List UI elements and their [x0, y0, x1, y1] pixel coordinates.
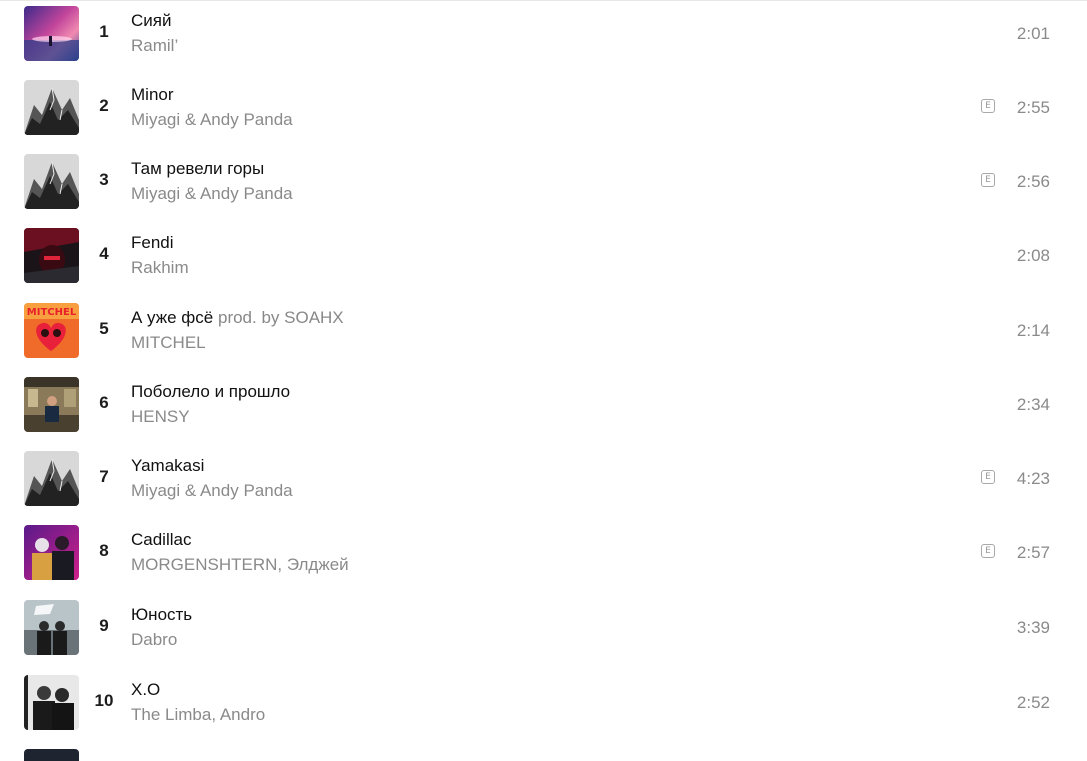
- track-duration: 4:23: [1016, 469, 1050, 488]
- album-cover-icon[interactable]: [24, 154, 79, 209]
- track-number: 6: [99, 393, 109, 412]
- track-title-text: Там ревели горы: [131, 159, 265, 178]
- track-number: 1: [99, 22, 109, 41]
- track-title-text: Yamakasi: [131, 456, 205, 475]
- track-title-text: Minor: [131, 85, 174, 104]
- track-title-text: X.O: [131, 680, 161, 699]
- track-row[interactable]: 10 X.O The Limba, Andro 2:52: [0, 669, 1087, 743]
- track-title[interactable]: Сияй: [131, 11, 171, 31]
- album-cover-icon[interactable]: [24, 749, 79, 761]
- track-title-text: Сияй: [131, 11, 172, 30]
- album-cover-icon[interactable]: [24, 451, 79, 506]
- track-number: 4: [99, 244, 109, 263]
- track-title[interactable]: Поболело и прошло: [131, 382, 290, 402]
- track-title[interactable]: Юность: [131, 605, 192, 625]
- album-cover-icon[interactable]: [24, 675, 79, 730]
- track-duration: 2:01: [1016, 24, 1050, 43]
- track-title-text: Fendi: [131, 233, 174, 252]
- track-number: 10: [94, 691, 114, 710]
- track-number: 5: [99, 319, 109, 338]
- track-artist[interactable]: MORGENSHTERN, Элджей: [131, 555, 349, 575]
- track-duration: 2:56: [1016, 172, 1050, 191]
- album-cover-icon[interactable]: [24, 377, 79, 432]
- album-cover-icon[interactable]: [24, 6, 79, 61]
- track-duration: 2:52: [1016, 693, 1050, 712]
- track-number: 2: [99, 96, 109, 115]
- track-artist[interactable]: Ramil’: [131, 36, 178, 56]
- track-duration: 2:55: [1016, 98, 1050, 117]
- track-number: 9: [99, 616, 109, 635]
- track-title[interactable]: Minor: [131, 85, 174, 105]
- album-cover-icon[interactable]: [24, 80, 79, 135]
- track-title-text: А уже фсё: [131, 308, 214, 327]
- track-row[interactable]: 3 Там ревели горы Miyagi & Andy Panda E …: [0, 148, 1087, 222]
- track-duration: 2:08: [1016, 246, 1050, 265]
- explicit-badge: E: [981, 544, 995, 558]
- track-artist[interactable]: Dabro: [131, 630, 177, 650]
- track-title[interactable]: Fendi: [131, 233, 174, 253]
- track-artist[interactable]: The Limba, Andro: [131, 705, 265, 725]
- track-title-text: Cadillac: [131, 530, 192, 549]
- album-cover-icon[interactable]: [24, 228, 79, 283]
- track-artist[interactable]: Miyagi & Andy Panda: [131, 184, 293, 204]
- track-producer: prod. by SOAHX: [217, 308, 344, 327]
- track-duration: 3:39: [1016, 618, 1050, 637]
- track-title[interactable]: Там ревели горы: [131, 159, 264, 179]
- track-row[interactable]: 7 Yamakasi Miyagi & Andy Panda E 4:23: [0, 445, 1087, 519]
- album-cover-icon[interactable]: MITCHEL: [24, 303, 79, 358]
- track-row[interactable]: 6 Поболело и прошло HENSY 2:34: [0, 371, 1087, 445]
- cover-text: MITCHEL: [27, 307, 77, 318]
- album-cover-icon[interactable]: [24, 600, 79, 655]
- track-row[interactable]: 8 Cadillac MORGENSHTERN, Элджей E 2:57: [0, 519, 1087, 593]
- track-number: 7: [99, 467, 109, 486]
- track-row[interactable]: 2 Minor Miyagi & Andy Panda E 2:55: [0, 74, 1087, 148]
- track-duration: 2:14: [1016, 321, 1050, 340]
- track-title[interactable]: Cadillac: [131, 530, 191, 550]
- track-row[interactable]: 1 Сияй Ramil’ 2:01: [0, 0, 1087, 74]
- explicit-badge: E: [981, 173, 995, 187]
- track-title-text: Юность: [131, 605, 193, 624]
- track-artist[interactable]: Miyagi & Andy Panda: [131, 481, 293, 501]
- track-row[interactable]: 4 Fendi Rakhim 2:08: [0, 222, 1087, 296]
- track-row[interactable]: 9 Юность Dabro 3:39: [0, 594, 1087, 668]
- explicit-badge: E: [981, 99, 995, 113]
- explicit-badge: E: [981, 470, 995, 484]
- track-artist[interactable]: Rakhim: [131, 258, 189, 278]
- track-artist[interactable]: Miyagi & Andy Panda: [131, 110, 293, 130]
- track-title[interactable]: А уже фсё prod. by SOAHX: [131, 308, 344, 328]
- track-title[interactable]: X.O: [131, 680, 160, 700]
- track-duration: 2:57: [1016, 543, 1050, 562]
- track-artist[interactable]: HENSY: [131, 407, 190, 427]
- track-row[interactable]: MITCHEL 5 А уже фсё prod. by SOAHX MITCH…: [0, 297, 1087, 371]
- track-number: 8: [99, 541, 109, 560]
- track-title-text: Поболело и прошло: [131, 382, 291, 401]
- track-number: 3: [99, 170, 109, 189]
- track-artist[interactable]: MITCHEL: [131, 333, 206, 353]
- track-title[interactable]: Yamakasi: [131, 456, 204, 476]
- track-duration: 2:34: [1016, 395, 1050, 414]
- album-cover-icon[interactable]: [24, 525, 79, 580]
